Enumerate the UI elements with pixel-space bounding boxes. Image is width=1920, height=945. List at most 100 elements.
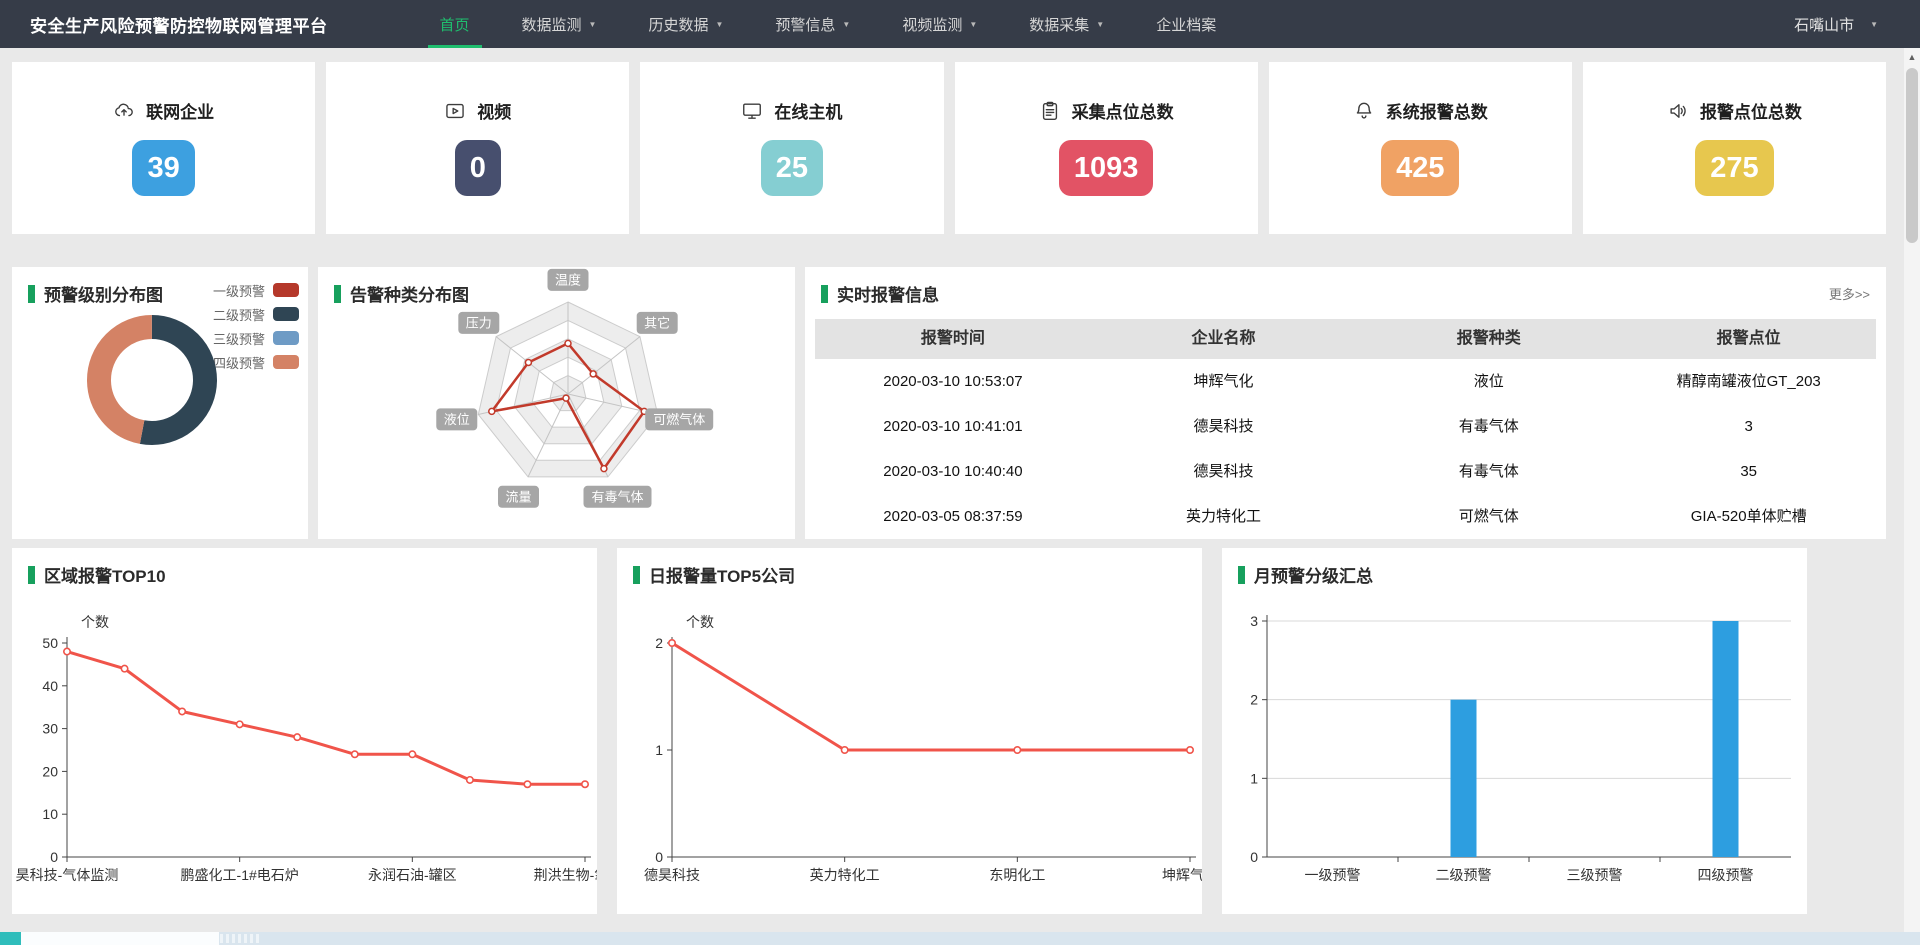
region-label: 石嘴山市 xyxy=(1794,14,1854,35)
nav-item-历史数据[interactable]: 历史数据▼ xyxy=(622,0,749,48)
nav-item-预警信息[interactable]: 预警信息▼ xyxy=(749,0,876,48)
svg-text:英力特化工: 英力特化工 xyxy=(810,867,880,883)
panel-head: 实时报警信息 更多>> xyxy=(805,267,1886,306)
alarm-type-radar-chart: 温度其它可燃气体有毒气体流量液位压力 xyxy=(318,267,795,539)
column-header: 报警时间 xyxy=(815,319,1091,359)
legend-swatch xyxy=(273,355,299,369)
table-row[interactable]: 2020-03-05 08:37:59英力特化工可燃气体GIA-520单体贮槽 xyxy=(815,494,1876,539)
taskbar-white-segment xyxy=(21,932,219,945)
nav-item-label: 视频监测 xyxy=(902,14,962,35)
svg-text:50: 50 xyxy=(42,635,58,651)
svg-text:10: 10 xyxy=(42,806,58,822)
nav-menu: 首页数据监测▼历史数据▼预警信息▼视频监测▼数据采集▼企业档案 xyxy=(414,0,1243,48)
chevron-down-icon: ▼ xyxy=(1870,20,1878,29)
speaker-icon xyxy=(1667,100,1689,122)
table-cell: 2020-03-10 10:41:01 xyxy=(815,404,1091,449)
svg-text:个数: 个数 xyxy=(81,614,109,630)
svg-text:0: 0 xyxy=(1250,849,1258,865)
svg-text:鹏盛化工-1#电石炉: 鹏盛化工-1#电石炉 xyxy=(181,867,299,883)
table-row[interactable]: 2020-03-10 10:41:01德昊科技有毒气体3 xyxy=(815,404,1876,449)
table-cell: 有毒气体 xyxy=(1356,404,1621,449)
legend-label: 三级预警 xyxy=(213,329,265,348)
table-row[interactable]: 2020-03-10 10:53:07坤辉气化液位精醇南罐液位GT_203 xyxy=(815,359,1876,404)
monthly-warning-bar-chart: 0123一级预警二级预警三级预警四级预警 xyxy=(1222,593,1807,897)
legend-label: 二级预警 xyxy=(213,305,265,324)
nav-item-视频监测[interactable]: 视频监测▼ xyxy=(876,0,1003,48)
stat-card-title-row: 联网企业 xyxy=(113,98,214,123)
stat-card-label: 联网企业 xyxy=(146,98,214,123)
scrollbar-thumb[interactable] xyxy=(1906,68,1918,243)
nav-item-label: 数据监测 xyxy=(522,14,582,35)
chevron-down-icon: ▼ xyxy=(715,20,723,29)
panel-title: 告警种类分布图 xyxy=(350,281,469,306)
scrollbar[interactable]: ▲ xyxy=(1904,48,1920,945)
region-top10-line-chart: 01020304050个数昊科技-气体监测鹏盛化工-1#电石炉永润石油-罐区荆洪… xyxy=(12,593,597,897)
daily-top5-line-chart: 012个数德昊科技英力特化工东明化工坤辉气化 xyxy=(617,593,1202,897)
nav-item-label: 首页 xyxy=(440,14,470,35)
svg-text:0: 0 xyxy=(655,849,663,865)
table-cell: 2020-03-10 10:40:40 xyxy=(815,449,1091,494)
svg-text:2: 2 xyxy=(1250,692,1258,708)
panel-head: 告警种类分布图 xyxy=(318,267,795,306)
svg-text:一级预警: 一级预警 xyxy=(1305,867,1361,883)
panel-title: 实时报警信息 xyxy=(837,281,939,306)
svg-text:德昊科技: 德昊科技 xyxy=(644,867,700,883)
table-cell: 英力特化工 xyxy=(1091,494,1356,539)
panel-title: 月预警分级汇总 xyxy=(1254,562,1373,587)
svg-text:其它: 其它 xyxy=(644,315,670,330)
title-accent-bar xyxy=(1238,566,1245,584)
scroll-up-arrow-icon[interactable]: ▲ xyxy=(1904,48,1920,66)
column-header: 报警点位 xyxy=(1621,319,1876,359)
nav-item-数据采集[interactable]: 数据采集 ▼ xyxy=(1003,0,1130,48)
legend-item-三级预警[interactable]: 三级预警 xyxy=(213,326,299,350)
svg-text:荆洪生物-氧化反: 荆洪生物-氧化反 xyxy=(534,867,597,883)
bell-icon xyxy=(1353,100,1375,122)
radar-axis-label-可燃气体: 可燃气体 xyxy=(645,408,713,430)
panel-head: 区域报警TOP10 xyxy=(12,548,597,587)
stat-card-联网企业: 联网企业 39 xyxy=(12,62,315,234)
chevron-down-icon: ▼ xyxy=(589,20,597,29)
title-accent-bar xyxy=(334,285,341,303)
legend-label: 四级预警 xyxy=(213,353,265,372)
stat-card-title-row: 在线主机 xyxy=(741,98,842,123)
panel-head: 日报警量TOP5公司 xyxy=(617,548,1202,587)
stat-card-title-row: 采集点位总数 xyxy=(1039,98,1174,123)
table-cell: 35 xyxy=(1621,449,1876,494)
taskbar-accent-square xyxy=(0,932,21,945)
stat-card-系统报警总数: 系统报警总数425 xyxy=(1269,62,1572,234)
stat-card-value-badge: 0 xyxy=(455,140,501,196)
taskbar-sliver xyxy=(0,932,1920,945)
cloud-upload-icon xyxy=(113,100,135,122)
video-icon xyxy=(444,100,466,122)
taskbar-hatch-marks xyxy=(220,934,262,943)
table-cell: 可燃气体 xyxy=(1356,494,1621,539)
nav-item-企业档案[interactable]: 企业档案 xyxy=(1130,0,1242,48)
legend-item-四级预警[interactable]: 四级预警 xyxy=(213,350,299,374)
daily-top5-panel: 日报警量TOP5公司 012个数德昊科技英力特化工东明化工坤辉气化 xyxy=(617,548,1202,914)
more-link[interactable]: 更多>> xyxy=(1829,284,1870,303)
panel-head: 月预警分级汇总 xyxy=(1222,548,1807,587)
title-accent-bar xyxy=(821,285,828,303)
svg-text:流量: 流量 xyxy=(505,489,531,504)
radar-axis-label-流量: 流量 xyxy=(498,486,539,508)
stat-card-title-row: 视频 xyxy=(444,98,511,123)
stat-card-label: 在线主机 xyxy=(774,98,842,123)
stat-card-label: 报警点位总数 xyxy=(1700,98,1802,123)
column-header: 企业名称 xyxy=(1091,319,1356,359)
chevron-down-icon: ▼ xyxy=(842,20,850,29)
table-cell: 坤辉气化 xyxy=(1091,359,1356,404)
column-header: 报警种类 xyxy=(1356,319,1621,359)
table-cell: 3 xyxy=(1621,404,1876,449)
table-row[interactable]: 2020-03-10 10:40:40德昊科技有毒气体35 xyxy=(815,449,1876,494)
nav-item-首页[interactable]: 首页 xyxy=(414,0,496,48)
nav-item-数据监测[interactable]: 数据监测 ▼ xyxy=(496,0,623,48)
chevron-down-icon: ▼ xyxy=(1096,20,1104,29)
svg-text:1: 1 xyxy=(655,742,663,758)
stat-card-报警点位总数: 报警点位总数275 xyxy=(1583,62,1886,234)
stat-card-value-badge: 39 xyxy=(132,140,194,196)
table-cell: 2020-03-05 08:37:59 xyxy=(815,494,1091,539)
nav-item-label: 数据采集 xyxy=(1029,14,1089,35)
monthly-summary-panel: 月预警分级汇总 0123一级预警二级预警三级预警四级预警 xyxy=(1222,548,1807,914)
region-selector[interactable]: 石嘴山市 ▼ xyxy=(1794,14,1878,35)
warning-level-donut-chart xyxy=(87,315,217,445)
